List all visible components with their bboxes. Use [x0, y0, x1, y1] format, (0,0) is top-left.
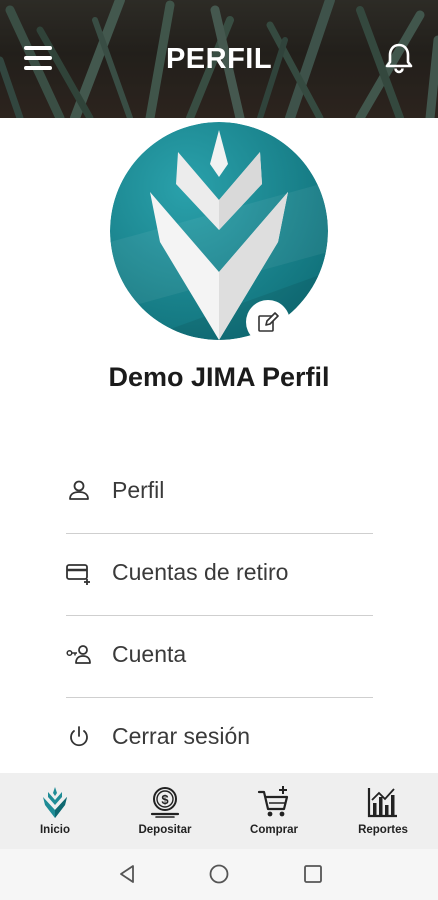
menu-item-label: Cerrar sesión: [112, 723, 251, 749]
menu-item-perfil[interactable]: Perfil: [66, 452, 373, 534]
edit-avatar-button[interactable]: [246, 300, 290, 344]
menu-item-cuentas-de-retiro[interactable]: Cuentas de retiro: [66, 534, 373, 616]
cart-add-icon: [257, 786, 289, 817]
back-triangle-icon[interactable]: [116, 863, 138, 885]
bottom-navigation: Inicio $ Depositar Comprar Reportes: [0, 773, 438, 849]
bar-chart-icon: [367, 788, 397, 818]
nav-label: Comprar: [250, 824, 298, 836]
nav-depositar[interactable]: $ Depositar: [110, 773, 220, 849]
agave-logo-icon: [43, 787, 67, 818]
user-key-icon: [66, 645, 91, 664]
notification-bell-icon[interactable]: [384, 42, 414, 74]
profile-name: Demo JIMA Perfil: [108, 362, 330, 392]
agave-logo-avatar-icon: [110, 122, 328, 340]
menu-item-cuenta[interactable]: Cuenta: [66, 616, 373, 698]
system-navigation-bar: [0, 849, 438, 900]
menu-item-cerrar-sesion[interactable]: Cerrar sesión: [66, 698, 373, 779]
nav-label: Depositar: [138, 824, 192, 836]
nav-label: Reportes: [358, 824, 408, 836]
profile-avatar: [110, 122, 328, 340]
menu-item-label: Cuentas de retiro: [112, 559, 289, 585]
app-header: PERFIL: [0, 0, 438, 118]
menu-item-label: Cuenta: [112, 641, 187, 667]
dollar-coin-icon: $: [150, 787, 180, 818]
profile-menu: Perfil Cuentas de retiro Cuenta Cerrar s…: [66, 452, 373, 779]
nav-reportes[interactable]: Reportes: [328, 773, 438, 849]
home-circle-icon[interactable]: [208, 863, 230, 885]
svg-text:$: $: [161, 792, 169, 807]
nav-comprar[interactable]: Comprar: [219, 773, 329, 849]
nav-label: Inicio: [39, 824, 71, 836]
user-icon: [69, 480, 89, 500]
credit-card-add-icon: [66, 564, 90, 585]
edit-pencil-icon: [258, 312, 279, 332]
nav-inicio[interactable]: Inicio: [0, 773, 110, 849]
menu-item-label: Perfil: [112, 477, 165, 503]
page-title: PERFIL: [165, 43, 273, 75]
recents-square-icon[interactable]: [302, 863, 324, 885]
power-icon: [70, 726, 88, 747]
